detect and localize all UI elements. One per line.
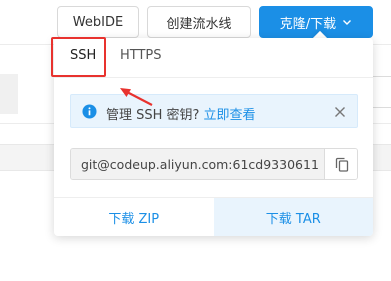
download-zip-label: 下载 ZIP	[108, 211, 160, 227]
download-zip-button[interactable]: 下载 ZIP	[54, 198, 214, 236]
copy-icon	[335, 157, 348, 172]
clone-download-button-label: 克隆/下载	[279, 16, 337, 32]
page-background-block	[0, 74, 18, 114]
repo-url-field	[70, 148, 358, 180]
notice-message: 管理 SSH 密钥?	[106, 108, 200, 123]
tab-https[interactable]: HTTPS	[120, 48, 162, 63]
create-pipeline-button[interactable]: 创建流水线	[147, 6, 251, 38]
ssh-key-notice: 管理 SSH 密钥? 立即查看	[70, 94, 358, 128]
view-now-link[interactable]: 立即查看	[203, 108, 255, 123]
highlight-box	[51, 37, 106, 77]
repo-url-input[interactable]	[71, 149, 324, 179]
webide-button-label: WebIDE	[72, 14, 124, 30]
close-icon[interactable]	[333, 105, 347, 119]
create-pipeline-button-label: 创建流水线	[166, 16, 232, 32]
webide-button[interactable]: WebIDE	[57, 6, 139, 38]
download-footer: 下载 ZIP 下载 TAR	[54, 197, 373, 236]
download-tar-label: 下载 TAR	[265, 211, 321, 227]
chevron-down-icon	[342, 17, 352, 27]
info-icon	[82, 104, 97, 119]
copy-button[interactable]	[324, 149, 357, 179]
download-tar-button[interactable]: 下载 TAR	[213, 198, 373, 236]
annotation-arrow-icon	[120, 88, 153, 106]
